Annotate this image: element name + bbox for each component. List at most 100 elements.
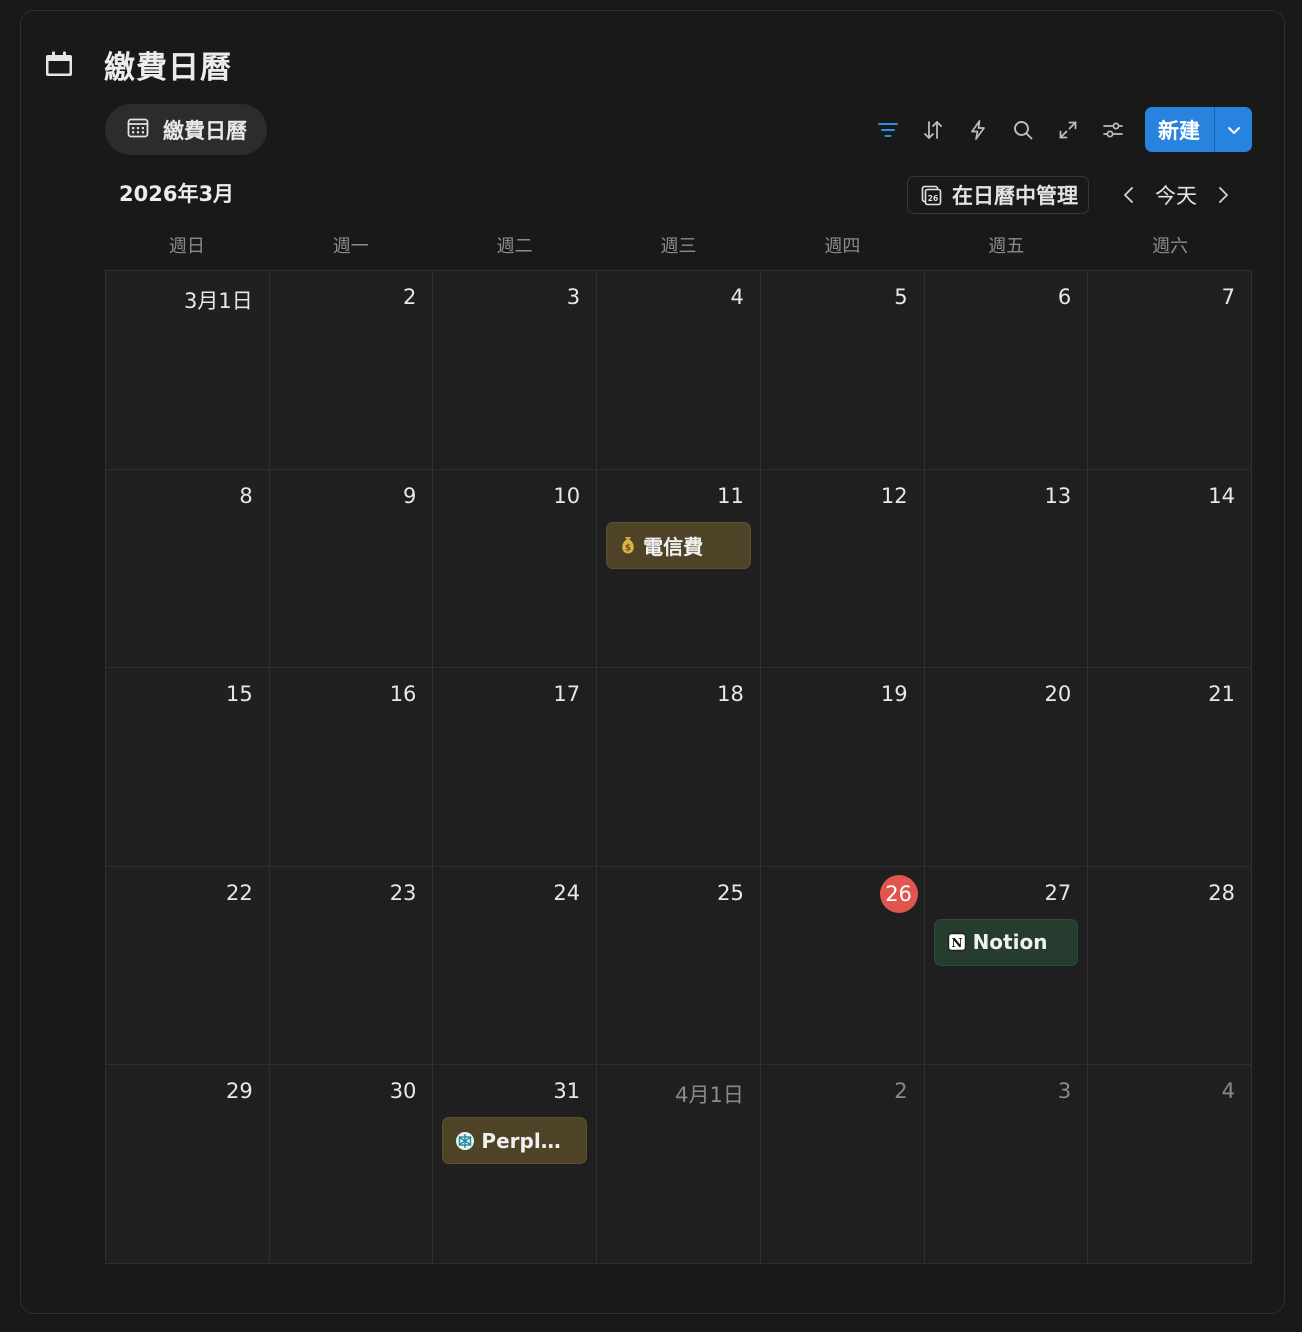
day-number: 2	[403, 285, 417, 309]
next-month-button[interactable]	[1207, 176, 1239, 214]
day-number: 4	[1221, 1079, 1235, 1104]
new-button[interactable]: 新建	[1145, 107, 1214, 152]
view-tab-label: 繳費日曆	[163, 118, 247, 143]
day-cell[interactable]: 7	[1088, 271, 1252, 470]
view-settings-button[interactable]	[1090, 107, 1135, 152]
day-cell[interactable]: 25	[597, 866, 761, 1066]
page-title: 繳費日曆	[104, 49, 232, 86]
filter-button[interactable]	[865, 107, 910, 152]
weekday-label: 週五	[988, 236, 1025, 257]
day-number: 17	[553, 682, 581, 707]
svg-text:26: 26	[928, 194, 938, 203]
day-number: 28	[1208, 880, 1235, 905]
day-cell[interactable]: 18	[597, 668, 761, 867]
perplexity-icon	[455, 1131, 475, 1151]
money-bag-icon: $	[619, 535, 637, 555]
weekday-label: 週日	[168, 236, 205, 257]
manage-in-calendar-button[interactable]: 26 在日曆中管理	[907, 176, 1089, 214]
day-cell[interactable]: 23	[269, 866, 434, 1066]
day-cell[interactable]: 9	[269, 469, 434, 669]
search-icon	[1013, 120, 1032, 139]
day-cell[interactable]: 15	[106, 668, 270, 867]
day-cell[interactable]: 3	[924, 1065, 1089, 1264]
calendar-event[interactable]: N Notion	[933, 918, 1079, 966]
day-cell[interactable]: 4月1日	[597, 1065, 761, 1264]
day-cell[interactable]: 29	[106, 1065, 270, 1264]
filter-icon	[877, 122, 898, 137]
day-cell[interactable]: 14	[1088, 469, 1252, 669]
sort-button[interactable]	[910, 107, 955, 152]
day-number: 10	[553, 483, 581, 508]
expand-button[interactable]	[1045, 107, 1090, 152]
today-button[interactable]: 今天	[1145, 180, 1207, 210]
day-cell[interactable]: 20	[924, 668, 1089, 867]
calendar-icon	[44, 49, 74, 79]
day-cell[interactable]: 26	[760, 866, 925, 1066]
day-number: 2	[894, 1079, 908, 1104]
day-cell[interactable]: 6	[924, 271, 1089, 470]
automation-button[interactable]	[955, 107, 1000, 152]
day-number: 15	[225, 682, 253, 707]
day-cell[interactable]: 3	[433, 271, 598, 470]
day-cell[interactable]: 28	[1088, 866, 1252, 1066]
day-cell[interactable]: 19	[760, 668, 925, 867]
day-cell[interactable]: 8	[106, 469, 270, 669]
today-date-badge: 26	[879, 874, 918, 913]
day-cell[interactable]: 30	[269, 1065, 434, 1264]
day-number: 7	[1221, 285, 1235, 309]
chevron-right-icon	[1219, 187, 1228, 203]
day-cell[interactable]: 12	[760, 469, 925, 669]
search-button[interactable]	[1000, 107, 1045, 152]
day-cell[interactable]: 24	[433, 866, 598, 1066]
day-cell[interactable]: 5	[760, 271, 925, 470]
day-number: 4月1日	[675, 1083, 744, 1108]
day-number: 24	[553, 880, 581, 905]
day-cell[interactable]: 2	[269, 271, 434, 470]
day-number: 21	[1208, 682, 1235, 707]
previous-month-button[interactable]	[1113, 176, 1145, 214]
weekday-label: 週二	[496, 236, 533, 257]
notion-icon: N	[947, 932, 967, 952]
day-number: 23	[389, 880, 417, 905]
new-dropdown-button[interactable]	[1214, 107, 1252, 152]
month-label: 2026年3月	[119, 182, 235, 206]
calendar-grid: 3月1日 2 3 4 5 6 7 8 9 10 11 $ 電信費 12 13 14 15 16 17 18 19 20 21…	[105, 270, 1252, 1264]
day-cell[interactable]: 4	[597, 271, 761, 470]
day-cell[interactable]: 17	[433, 668, 598, 867]
page-header: 繳費日曆	[44, 42, 232, 86]
weekday-label: 週四	[824, 236, 861, 257]
day-number: 3	[566, 285, 581, 309]
day-cell[interactable]: 10	[433, 469, 598, 669]
chevron-left-icon	[1124, 187, 1133, 203]
new-button-group: 新建	[1145, 107, 1252, 152]
calendar-event[interactable]: $ 電信費	[606, 521, 751, 569]
settings-sliders-icon	[1102, 122, 1123, 137]
day-cell[interactable]: 13	[924, 469, 1089, 669]
day-number: 16	[389, 682, 417, 707]
day-cell[interactable]: 11 $ 電信費	[597, 469, 761, 669]
day-cell[interactable]: 27 N Notion	[924, 866, 1089, 1066]
day-cell[interactable]: 21	[1088, 668, 1252, 867]
calendar-navigation: 今天	[1113, 176, 1239, 214]
day-number: 31	[553, 1079, 581, 1104]
day-number: 11	[717, 483, 744, 508]
day-cell[interactable]: 3月1日	[106, 271, 270, 470]
svg-text:N: N	[951, 936, 962, 950]
day-number: 3月1日	[183, 289, 253, 313]
day-cell[interactable]: 22	[106, 866, 270, 1066]
day-number: 19	[880, 682, 908, 707]
day-cell[interactable]: 2	[760, 1065, 925, 1264]
weekday-label: 週一	[332, 236, 369, 257]
event-title: Perple...	[481, 1128, 575, 1153]
day-number: 6	[1057, 285, 1072, 309]
calendar-event[interactable]: Perple...	[442, 1117, 588, 1165]
weekday-label: 週三	[660, 236, 697, 257]
day-cell[interactable]: 4	[1088, 1065, 1252, 1264]
manage-label: 在日曆中管理	[952, 184, 1078, 208]
chevron-down-icon	[1227, 126, 1240, 134]
day-number: 29	[225, 1079, 253, 1104]
event-title: 電信費	[643, 534, 704, 559]
view-tab-calendar[interactable]: 繳費日曆	[105, 104, 267, 155]
day-cell[interactable]: 31 Perple...	[433, 1065, 598, 1264]
day-cell[interactable]: 16	[269, 668, 434, 867]
